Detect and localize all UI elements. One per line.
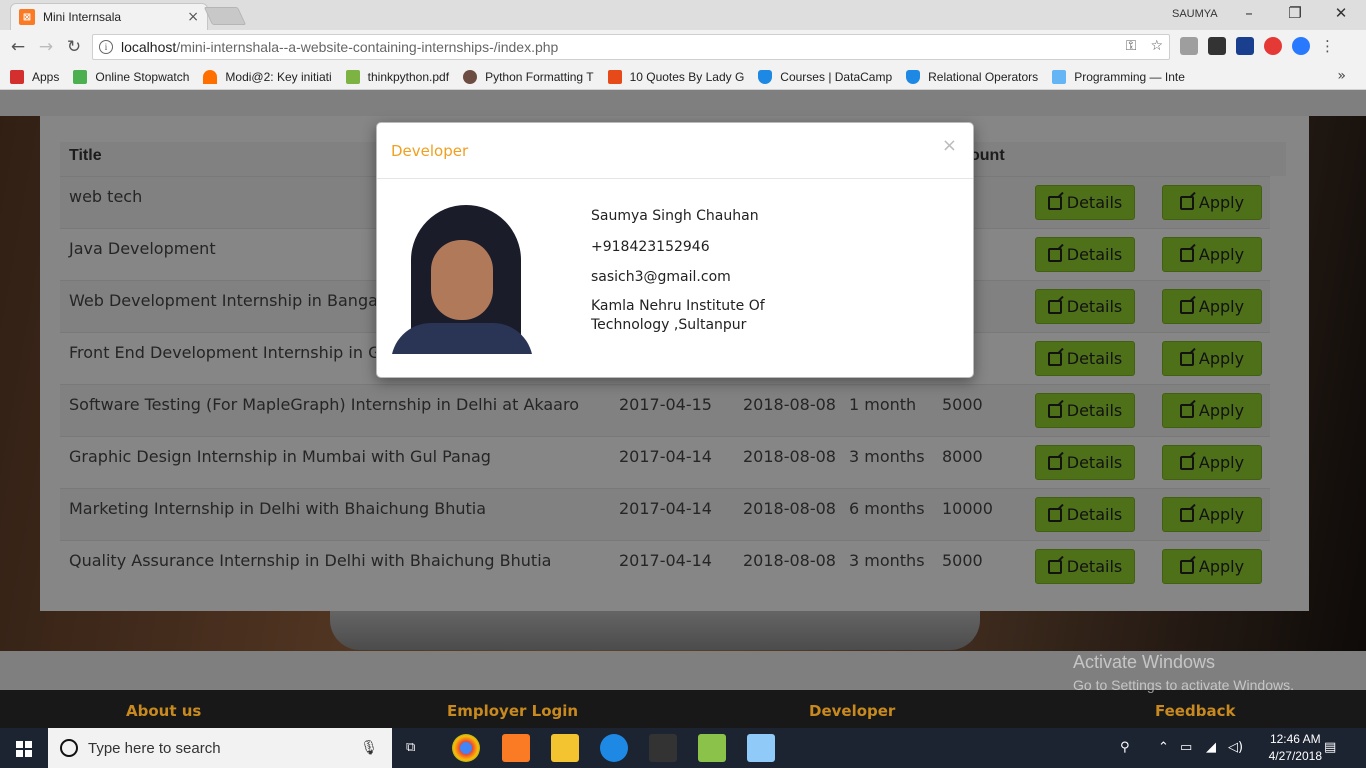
developer-college: Technology ,Sultanpur — [591, 317, 747, 333]
opera-icon[interactable] — [1264, 37, 1282, 55]
bookmark-item[interactable]: thinkpython.pdf — [345, 69, 449, 84]
browser-toolbar: ← → ↻ i localhost/mini-internshala--a-we… — [0, 30, 1366, 64]
taskbar-clock[interactable]: 12:46 AM 4/27/2018 — [1269, 731, 1322, 765]
site-icon — [463, 69, 478, 84]
windows-start-icon[interactable] — [16, 741, 32, 757]
notepad-icon[interactable] — [698, 734, 726, 762]
developer-email: sasich3@gmail.com — [591, 269, 731, 285]
extension-icon[interactable] — [1180, 37, 1198, 55]
url-path: /mini-internshala--a-website-containing-… — [176, 39, 559, 55]
tab-title: Mini Internsala — [43, 10, 122, 24]
edge-icon[interactable] — [600, 734, 628, 762]
modal-title: Developer — [391, 142, 469, 160]
xampp-favicon-icon: ⊠ — [19, 9, 35, 25]
people-icon[interactable]: ⚲ — [1120, 740, 1130, 755]
minimize-icon[interactable]: – — [1226, 4, 1272, 22]
activate-windows-watermark: Activate Windows Go to Settings to activ… — [1073, 652, 1294, 693]
restore-icon[interactable]: ❐ — [1272, 4, 1318, 22]
developer-modal: Developer × Saumya Singh Chauhan +918423… — [376, 122, 974, 378]
notifications-icon[interactable]: ▤ — [1324, 740, 1336, 755]
bookmark-item[interactable]: Modi@2: Key initiati — [203, 69, 332, 84]
paint-icon[interactable] — [747, 734, 775, 762]
apps-icon — [10, 69, 24, 84]
bookmarks-bar: Apps Online Stopwatch Modi@2: Key initia… — [0, 64, 1366, 90]
reload-icon[interactable]: ↻ — [60, 37, 88, 57]
developer-college: Kamla Nehru Institute Of — [591, 298, 765, 314]
bookmark-item[interactable]: Apps — [10, 69, 59, 84]
bookmark-item[interactable]: Relational Operators — [906, 69, 1038, 84]
new-tab-button[interactable] — [203, 7, 247, 25]
cortana-icon — [60, 739, 78, 757]
more-bookmarks-icon[interactable]: » — [1337, 68, 1346, 84]
wifi-icon[interactable]: ◢ — [1206, 740, 1216, 755]
bookmark-item[interactable]: Courses | DataCamp — [758, 69, 892, 84]
bookmark-item[interactable]: Online Stopwatch — [73, 69, 189, 84]
stopwatch-icon — [73, 69, 88, 84]
browser-tab[interactable]: ⊠ Mini Internsala × — [10, 3, 208, 30]
chrome-icon[interactable] — [452, 734, 480, 762]
bookmark-item[interactable]: 10 Quotes By Lady G — [607, 69, 744, 84]
pdf-icon — [345, 69, 360, 84]
xampp-icon[interactable] — [502, 734, 530, 762]
menu-icon[interactable]: ⋮ — [1320, 37, 1335, 55]
task-view-icon[interactable]: ⧉ — [406, 740, 415, 755]
bookmark-item[interactable]: Programming — Inte — [1052, 69, 1185, 84]
developer-phone: +918423152946 — [591, 239, 710, 255]
slack-icon[interactable] — [649, 734, 677, 762]
account-icon[interactable] — [1292, 37, 1310, 55]
rainbow-icon — [203, 69, 218, 84]
key-icon[interactable]: ⚿ — [1126, 38, 1137, 54]
shield-icon — [758, 69, 773, 84]
footer-developer-link[interactable]: Developer — [809, 702, 895, 720]
browser-tabstrip: ⊠ Mini Internsala × SAUMYA – ❐ ✕ — [0, 0, 1366, 30]
extension-icon[interactable] — [1208, 37, 1226, 55]
shield-icon — [906, 69, 921, 84]
window-close-icon[interactable]: ✕ — [1318, 4, 1364, 22]
modal-header: Developer × — [377, 123, 973, 179]
microphone-icon[interactable]: 🎙 — [360, 740, 378, 756]
tray-chevron-icon[interactable]: ⌃ — [1158, 740, 1169, 755]
tab-close-icon[interactable]: × — [187, 9, 199, 25]
site-icon — [607, 69, 622, 84]
site-info-icon[interactable]: i — [99, 40, 113, 54]
footer-feedback-link[interactable]: Feedback — [1155, 702, 1235, 720]
address-bar[interactable]: i localhost/mini-internshala--a-website-… — [92, 34, 1170, 60]
footer-about-link[interactable]: About us — [126, 702, 201, 720]
windows-taskbar: Type here to search 🎙 ⧉ ⚲ ⌃ ▭ ◢ ◁) 12:46… — [0, 728, 1366, 768]
url-host: localhost — [121, 39, 177, 55]
forward-icon[interactable]: → — [32, 37, 60, 57]
modal-close-icon[interactable]: × — [942, 135, 957, 156]
volume-icon[interactable]: ◁) — [1228, 740, 1243, 755]
file-explorer-icon[interactable] — [551, 734, 579, 762]
developer-photo — [391, 205, 533, 354]
site-icon — [1052, 69, 1067, 84]
bookmark-extension-icon[interactable] — [1236, 37, 1254, 55]
footer-employer-login-link[interactable]: Employer Login — [447, 702, 578, 720]
developer-name: Saumya Singh Chauhan — [591, 208, 759, 224]
battery-icon[interactable]: ▭ — [1180, 740, 1192, 755]
star-icon[interactable]: ☆ — [1150, 38, 1163, 54]
profile-name[interactable]: SAUMYA — [1172, 8, 1218, 20]
bookmark-item[interactable]: Python Formatting T — [463, 69, 594, 84]
back-icon[interactable]: ← — [4, 37, 32, 57]
taskbar-search[interactable]: Type here to search 🎙 — [48, 728, 392, 768]
